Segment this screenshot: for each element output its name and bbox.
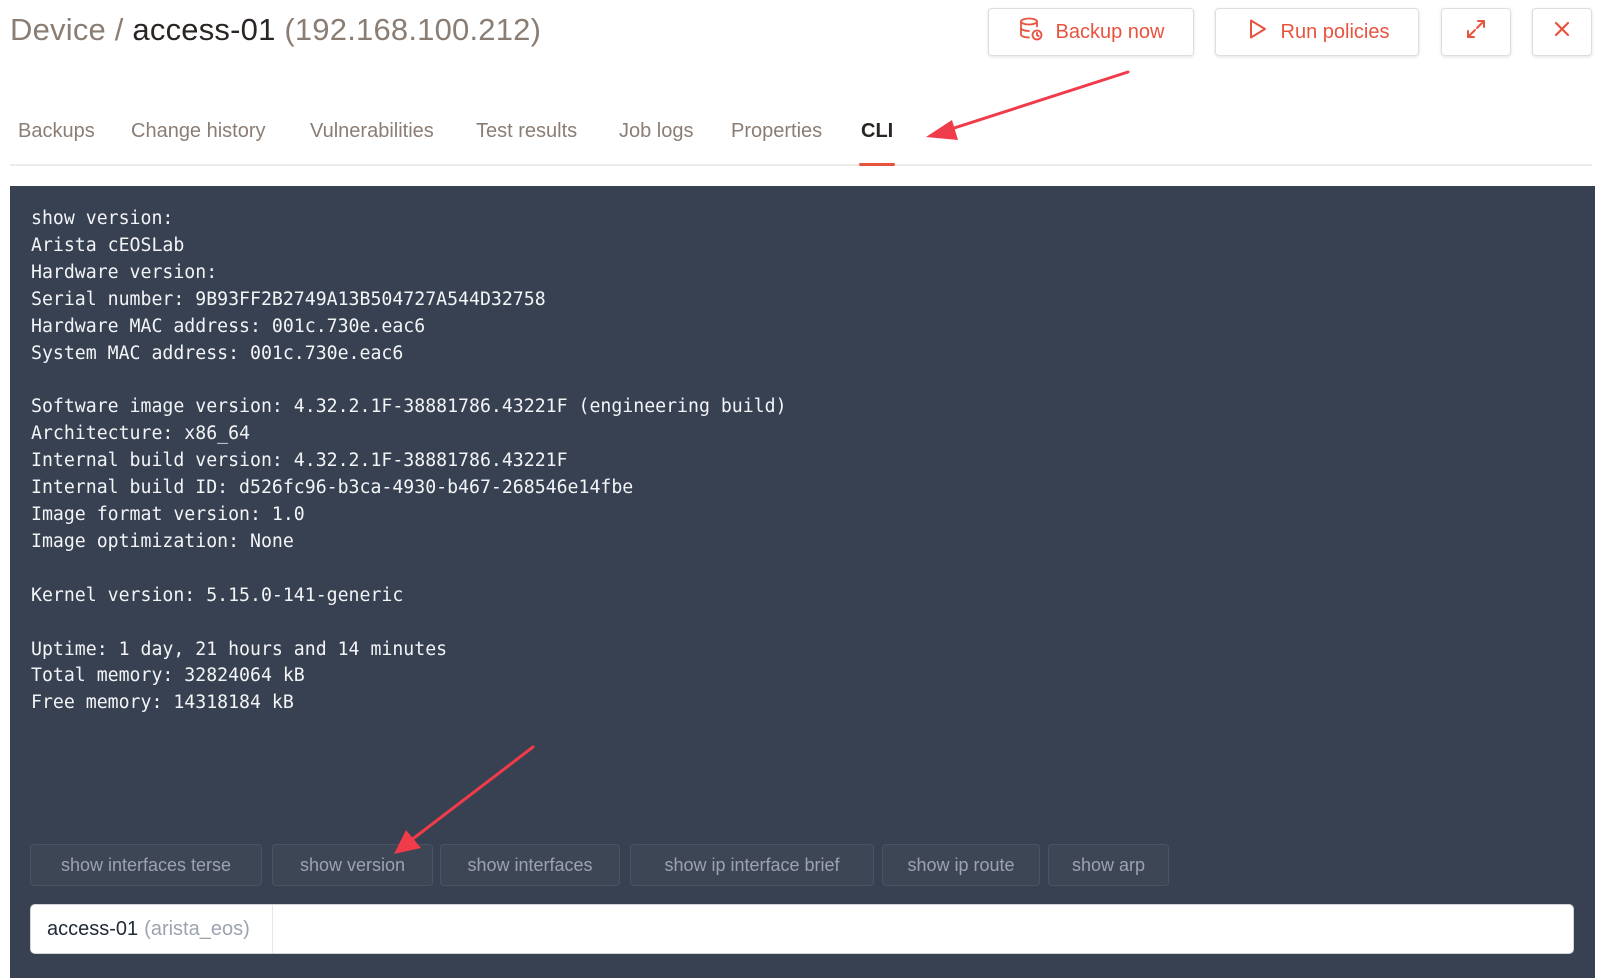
database-sync-icon: [1018, 16, 1044, 48]
cli-prompt: access-01 (arista_eos): [30, 904, 1574, 954]
tab-backups[interactable]: Backups: [18, 120, 95, 143]
tab-job-logs[interactable]: Job logs: [619, 120, 694, 143]
backup-now-label: Backup now: [1055, 20, 1165, 43]
expand-icon: [1464, 17, 1488, 47]
breadcrumb-prefix: Device /: [10, 12, 124, 47]
cli-output: show version: Arista cEOSLab Hardware ve…: [31, 208, 787, 714]
tab-properties[interactable]: Properties: [731, 120, 822, 143]
quick-command-show-ip-interface-brief[interactable]: show ip interface brief: [630, 844, 874, 886]
prompt-device-label: access-01 (arista_eos): [31, 905, 273, 953]
page-title: Device / access-01 (192.168.100.212): [10, 12, 541, 48]
quick-command-show-version[interactable]: show version: [272, 844, 433, 886]
device-ip: (192.168.100.212): [284, 12, 542, 47]
quick-command-show-arp[interactable]: show arp: [1048, 844, 1169, 886]
quick-command-show-ip-route[interactable]: show ip route: [882, 844, 1040, 886]
prompt-device-name: access-01: [47, 917, 139, 940]
prompt-device-type: (arista_eos): [144, 917, 250, 940]
tab-vulnerabilities[interactable]: Vulnerabilities: [310, 120, 434, 143]
tab-bar: Backups Change history Vulnerabilities T…: [10, 108, 1592, 166]
run-policies-label: Run policies: [1280, 20, 1390, 43]
tab-test-results[interactable]: Test results: [476, 120, 577, 143]
close-icon: [1553, 20, 1571, 44]
close-button[interactable]: [1532, 8, 1592, 56]
active-tab-indicator: [859, 163, 895, 166]
device-name: access-01: [132, 12, 276, 47]
quick-command-show-interfaces[interactable]: show interfaces: [440, 844, 620, 886]
quick-command-show-interfaces-terse[interactable]: show interfaces terse: [30, 844, 262, 886]
tab-cli[interactable]: CLI: [861, 120, 893, 143]
cli-command-input[interactable]: [272, 905, 1573, 953]
play-icon: [1245, 17, 1269, 47]
run-policies-button[interactable]: Run policies: [1215, 8, 1419, 56]
cli-terminal: show version: Arista cEOSLab Hardware ve…: [10, 186, 1595, 978]
tab-change-history[interactable]: Change history: [131, 120, 266, 143]
backup-now-button[interactable]: Backup now: [988, 8, 1194, 56]
expand-button[interactable]: [1441, 8, 1511, 56]
